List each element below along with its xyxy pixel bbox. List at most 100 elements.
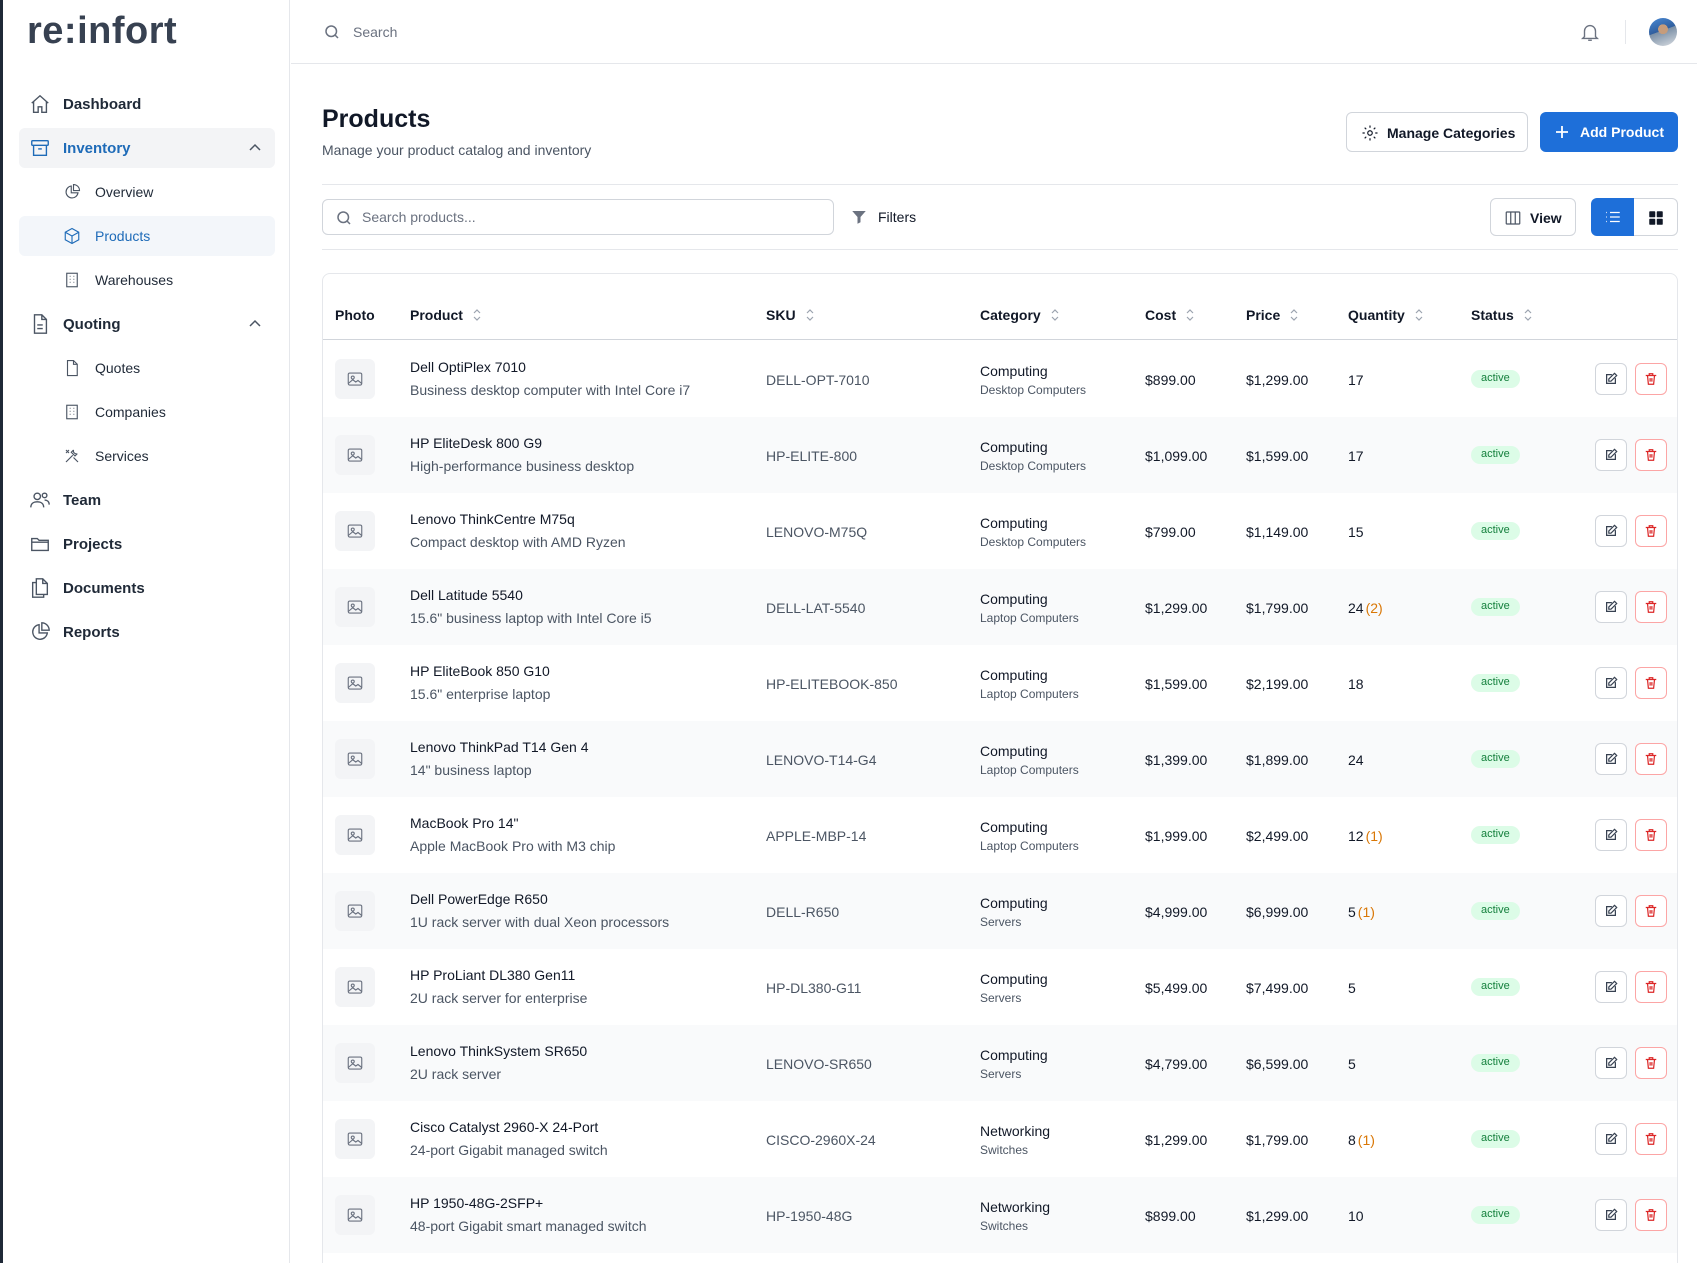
sidebar-item-projects[interactable]: Projects [19,524,275,564]
product-name[interactable]: Cisco Catalyst 2960-X 24-Port [410,1119,598,1135]
table-row[interactable]: HP EliteDesk 800 G9 High-performance busi… [323,417,1677,493]
delete-button[interactable] [1635,591,1667,623]
product-name[interactable]: HP EliteDesk 800 G9 [410,435,542,451]
column-header-sku[interactable]: SKU [766,307,814,323]
product-name[interactable]: Lenovo ThinkSystem SR650 [410,1043,587,1059]
table-row[interactable]: Dell OptiPlex 7010 Business desktop compu… [323,341,1677,417]
grid-view-toggle[interactable] [1634,198,1678,236]
global-search-input[interactable] [353,20,753,44]
product-search-input[interactable] [362,207,822,227]
edit-button[interactable] [1595,971,1627,1003]
product-name[interactable]: Lenovo ThinkPad T14 Gen 4 [410,739,589,755]
sidebar-item-dashboard[interactable]: Dashboard [19,84,275,124]
image-icon [347,600,363,614]
edit-button[interactable] [1595,743,1627,775]
cube-icon [64,227,80,245]
product-subcategory: Laptop Computers [980,687,1079,701]
product-category: Computing [980,515,1048,531]
edit-button[interactable] [1595,591,1627,623]
delete-button[interactable] [1635,1123,1667,1155]
edit-button[interactable] [1595,1047,1627,1079]
column-header-cost[interactable]: Cost [1145,307,1194,323]
product-price: $1,299.00 [1246,372,1309,388]
product-subcategory: Switches [980,1219,1029,1233]
edit-button[interactable] [1595,439,1627,471]
table-row[interactable]: Dell PowerEdge R650 1U rack server with d… [323,873,1677,949]
sidebar-item-label: Quotes [95,360,141,376]
avatar[interactable] [1649,18,1677,46]
product-name[interactable]: HP 1950-48G-2SFP+ [410,1195,543,1211]
product-name[interactable]: HP ProLiant DL380 Gen11 [410,967,575,983]
delete-button[interactable] [1635,743,1667,775]
table-row[interactable]: MacBook Pro 14" Apple MacBook Pro with M3… [323,797,1677,873]
product-name[interactable]: Lenovo ThinkCentre M75q [410,511,575,527]
edit-button[interactable] [1595,667,1627,699]
table-row[interactable]: HP 1950-48G-2SFP+ 48-port Gigabit smart m… [323,1177,1677,1253]
sidebar-item-products[interactable]: Products [19,216,275,256]
delete-button[interactable] [1635,1199,1667,1231]
sort-icon [1290,309,1298,321]
table-row[interactable]: Lenovo ThinkPad T14 Gen 4 14" business la… [323,721,1677,797]
edit-icon [1606,448,1618,460]
sidebar-item-companies[interactable]: Companies [19,392,275,432]
edit-button[interactable] [1595,895,1627,927]
table-row[interactable]: Cisco Catalyst 2960-X 24-Port 24-port Gig… [323,1101,1677,1177]
sidebar-item-overview[interactable]: Overview [19,172,275,212]
column-header-quantity[interactable]: Quantity [1348,307,1423,323]
edit-button[interactable] [1595,819,1627,851]
bell-icon[interactable] [1579,21,1601,43]
product-name[interactable]: Dell PowerEdge R650 [410,891,548,907]
delete-button[interactable] [1635,439,1667,471]
delete-button[interactable] [1635,1047,1667,1079]
edit-button[interactable] [1595,515,1627,547]
delete-button[interactable] [1635,971,1667,1003]
product-description: Apple MacBook Pro with M3 chip [410,838,616,854]
table-row[interactable]: Lenovo ThinkSystem SR650 2U rack server LE… [323,1025,1677,1101]
sidebar-item-services[interactable]: Services [19,436,275,476]
edit-button[interactable] [1595,1123,1627,1155]
column-header-price[interactable]: Price [1246,307,1298,323]
product-photo-placeholder [335,359,375,399]
chevron-up-icon[interactable] [247,316,263,332]
add-product-button[interactable]: Add Product [1540,112,1678,152]
delete-button[interactable] [1635,895,1667,927]
delete-button[interactable] [1635,363,1667,395]
chevron-up-icon[interactable] [247,140,263,156]
sidebar-item-quoting[interactable]: Quoting [19,304,275,344]
sidebar-item-warehouses[interactable]: Warehouses [19,260,275,300]
list-view-toggle[interactable] [1591,198,1634,236]
sidebar-item-documents[interactable]: Documents [19,568,275,608]
column-header-category[interactable]: Category [980,307,1059,323]
view-button[interactable]: View [1490,198,1576,236]
chart-pie-icon [32,622,50,640]
app-logo[interactable]: re:infort [27,10,177,53]
table-row[interactable]: HP EliteBook 850 G10 15.6" enterprise lap… [323,645,1677,721]
manage-categories-button[interactable]: Manage Categories [1346,112,1528,152]
product-name[interactable]: HP EliteBook 850 G10 [410,663,550,679]
delete-button[interactable] [1635,515,1667,547]
sidebar-item-reports[interactable]: Reports [19,612,275,652]
table-row[interactable]: Dell Latitude 5540 15.6" business laptop … [323,569,1677,645]
edit-button[interactable] [1595,1199,1627,1231]
sidebar-item-team[interactable]: Team [19,480,275,520]
column-header-status[interactable]: Status [1471,307,1532,323]
table-row[interactable]: Lenovo ThinkCentre M75q Compact desktop w… [323,493,1677,569]
filters-button[interactable]: Filters [850,205,930,229]
product-name[interactable]: MacBook Pro 14" [410,815,518,831]
trash-icon [1645,601,1657,613]
sidebar-item-inventory[interactable]: Inventory [19,128,275,168]
edit-button[interactable] [1595,363,1627,395]
sidebar: re:infort Dashboard Inventory Overview P… [3,0,290,1263]
document-icon [33,314,48,334]
sidebar-item-quotes[interactable]: Quotes [19,348,275,388]
product-category: Computing [980,971,1048,987]
sidebar-item-label: Companies [95,404,166,420]
product-name[interactable]: Dell Latitude 5540 [410,587,523,603]
table-row[interactable]: HP ProLiant DL380 Gen11 2U rack server fo… [323,949,1677,1025]
delete-button[interactable] [1635,819,1667,851]
product-name[interactable]: Dell OptiPlex 7010 [410,359,526,375]
delete-button[interactable] [1635,667,1667,699]
product-photo-placeholder [335,1043,375,1083]
product-search[interactable] [322,199,834,235]
column-header-product[interactable]: Product [410,307,481,323]
